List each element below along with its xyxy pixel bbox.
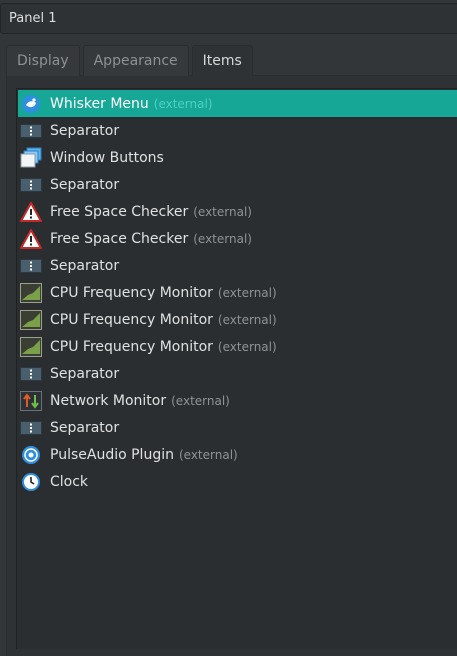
item-external-tag: (external) xyxy=(171,393,230,408)
item-name: Separator xyxy=(50,176,120,193)
pulseaudio-icon xyxy=(20,444,42,466)
list-item[interactable]: PulseAudio Plugin (external) xyxy=(18,441,457,468)
separator-icon xyxy=(20,363,42,385)
tab-items-label: Items xyxy=(202,53,242,69)
separator-icon xyxy=(20,174,42,196)
list-item[interactable]: CPU Frequency Monitor (external) xyxy=(18,306,457,333)
item-external-tag: (external) xyxy=(178,447,238,462)
list-item[interactable]: Free Space Checker (external) xyxy=(18,225,457,252)
window-buttons-icon xyxy=(20,147,42,169)
network-monitor-icon xyxy=(20,390,42,412)
item-external-tag: (external) xyxy=(193,204,252,219)
cpu-graph-icon xyxy=(20,336,42,358)
tab-items[interactable]: Items xyxy=(191,45,253,76)
cpu-graph-icon xyxy=(20,309,42,331)
item-name: Separator xyxy=(50,365,120,382)
list-item[interactable]: Network Monitor (external) xyxy=(18,387,457,414)
tab-appearance[interactable]: Appearance xyxy=(82,45,189,76)
panel-selector[interactable]: Panel 1 xyxy=(0,3,457,34)
item-name: Separator xyxy=(50,257,120,274)
list-item[interactable]: CPU Frequency Monitor (external) xyxy=(18,279,457,306)
items-list[interactable]: Whisker Menu (external) Separator Window Bu… xyxy=(16,88,457,649)
item-name: PulseAudio Plugin xyxy=(50,446,174,463)
separator-icon xyxy=(20,417,42,439)
item-name: Window Buttons xyxy=(50,149,164,166)
list-item[interactable]: Clock xyxy=(18,468,457,495)
item-name: Free Space Checker xyxy=(50,203,189,220)
tab-display-label: Display xyxy=(17,53,69,69)
item-name: CPU Frequency Monitor xyxy=(50,284,213,301)
list-item[interactable]: Separator xyxy=(18,171,457,198)
clock-icon xyxy=(20,471,42,493)
list-item[interactable]: CPU Frequency Monitor (external) xyxy=(18,333,457,360)
item-external-tag: (external) xyxy=(153,96,213,111)
item-name: Separator xyxy=(50,419,120,436)
item-name: Free Space Checker xyxy=(50,230,189,247)
list-item[interactable]: Whisker Menu (external) xyxy=(18,90,457,117)
item-external-tag: (external) xyxy=(217,312,277,327)
item-external-tag: (external) xyxy=(217,339,277,354)
separator-icon xyxy=(20,120,42,142)
panel-selector-value: Panel 1 xyxy=(9,11,57,26)
list-item[interactable]: Window Buttons xyxy=(18,144,457,171)
tab-display[interactable]: Display xyxy=(6,45,80,76)
item-name: CPU Frequency Monitor xyxy=(50,338,213,355)
cpu-graph-icon xyxy=(20,282,42,304)
whisker-menu-icon xyxy=(20,93,42,115)
list-item[interactable]: Separator xyxy=(18,414,457,441)
item-name: Network Monitor xyxy=(50,392,167,409)
item-external-tag: (external) xyxy=(217,285,277,300)
list-item[interactable]: Separator xyxy=(18,252,457,279)
warning-icon xyxy=(20,228,42,250)
tab-bar: Display Appearance Items xyxy=(6,45,256,76)
tab-appearance-label: Appearance xyxy=(93,53,178,69)
list-item[interactable]: Separator xyxy=(18,360,457,387)
item-name: Clock xyxy=(50,473,89,490)
list-item[interactable]: Separator xyxy=(18,117,457,144)
separator-icon xyxy=(20,255,42,277)
list-item[interactable]: Free Space Checker (external) xyxy=(18,198,457,225)
item-name: Separator xyxy=(50,122,120,139)
item-name: CPU Frequency Monitor xyxy=(50,311,213,328)
item-external-tag: (external) xyxy=(193,231,252,246)
warning-icon xyxy=(20,201,42,223)
item-name: Whisker Menu xyxy=(50,95,149,112)
